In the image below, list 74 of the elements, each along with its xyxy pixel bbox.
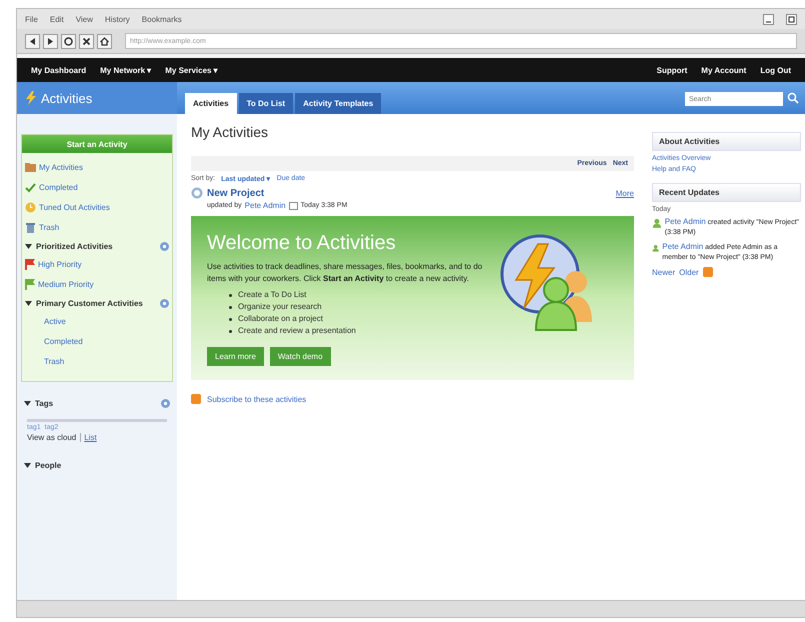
help-icon[interactable]	[160, 242, 169, 251]
page-title: My Activities	[191, 124, 270, 140]
check-icon	[25, 182, 36, 192]
view-as-label: View as cloud	[27, 433, 82, 442]
sidebar-link[interactable]: Medium Priority	[38, 280, 94, 288]
actor-link[interactable]: Pete Admin	[662, 242, 704, 251]
folder-icon	[25, 162, 36, 172]
person-icon	[652, 217, 662, 229]
expand-triangle-icon[interactable]	[24, 400, 31, 407]
help-icon[interactable]	[161, 399, 170, 408]
welcome-bullet: Create and review a presentation	[238, 325, 356, 337]
lightning-icon	[25, 91, 37, 105]
clock-icon	[25, 202, 36, 212]
activity-icon	[191, 187, 203, 199]
more-link[interactable]: More	[616, 188, 634, 198]
welcome-title: Welcome to Activities	[207, 232, 397, 255]
stop-icon[interactable]	[79, 34, 94, 48]
actor-link[interactable]: Pete Admin	[664, 217, 706, 226]
forward-icon[interactable]	[43, 34, 58, 48]
activity-title[interactable]: New Project	[207, 188, 264, 198]
menu-item[interactable]: View	[76, 14, 93, 24]
sidebar-link[interactable]: Tuned Out Activities	[39, 202, 110, 212]
start-activity-button[interactable]: Start an Activity	[22, 135, 172, 153]
expand-triangle-icon[interactable]	[24, 462, 31, 469]
menu-item[interactable]: Bookmarks	[142, 14, 182, 24]
menu-item[interactable]: File	[25, 14, 38, 24]
expand-triangle-icon[interactable]	[25, 243, 32, 250]
person-icon	[652, 242, 660, 254]
section-title: Primary Customer Activities	[36, 299, 144, 308]
section-title: People	[35, 461, 62, 470]
tab[interactable]: Activities	[185, 93, 237, 114]
about-header: About Activities	[652, 132, 801, 151]
welcome-bullet: Organize your research	[238, 301, 322, 313]
sidebar-link[interactable]: Trash	[39, 222, 60, 232]
pager-link[interactable]: Older	[679, 268, 699, 276]
nav-link[interactable]: My Dashboard	[31, 66, 86, 74]
welcome-button[interactable]: Watch demo	[270, 347, 331, 366]
menu-item[interactable]: History	[104, 14, 130, 24]
section-title: Prioritized Activities	[36, 242, 114, 251]
reload-icon[interactable]	[61, 34, 76, 48]
nav-link[interactable]: My Network ▾	[100, 66, 152, 74]
nav-link[interactable]: My Account	[701, 66, 746, 74]
pager-link[interactable]: Newer	[652, 268, 676, 276]
nav-link[interactable]: Support	[656, 66, 688, 74]
list-link[interactable]: List	[84, 433, 97, 442]
search-icon[interactable]	[787, 92, 799, 104]
author-link[interactable]: Pete Admin	[244, 201, 286, 210]
tab[interactable]: To Do List	[238, 93, 294, 114]
expand-triangle-icon[interactable]	[25, 300, 32, 307]
home-icon[interactable]	[97, 34, 112, 48]
section-title: Tags	[35, 399, 54, 408]
trash-icon	[25, 222, 36, 232]
app-title: Activities	[41, 90, 92, 106]
back-icon[interactable]	[25, 34, 40, 48]
recent-updates-header: Recent Updates	[652, 183, 801, 202]
help-icon[interactable]	[160, 299, 169, 308]
nav-link[interactable]: Log Out	[760, 66, 791, 74]
sidebar-link[interactable]: Active	[44, 316, 66, 326]
sidebar-link[interactable]: High Priority	[38, 260, 82, 268]
sidebar-link[interactable]: My Activities	[39, 162, 84, 172]
maximize-icon[interactable]	[786, 14, 797, 24]
vcard-icon[interactable]	[288, 202, 298, 210]
welcome-bullet: Create a To Do List	[238, 289, 306, 301]
sidebar-link[interactable]: Completed	[39, 182, 78, 192]
sidebar-link[interactable]: Completed	[44, 336, 83, 346]
welcome-button[interactable]: Learn more	[207, 347, 264, 366]
nav-link[interactable]: My Services ▾	[165, 66, 218, 74]
sidebar-link[interactable]: Trash	[44, 356, 64, 366]
welcome-text: Use activities to track deadlines, share messages, files, bookmarks, and to do items with your coworkers. Click Start an Activity to create a new activity.	[207, 261, 484, 285]
subscribe-link[interactable]: Subscribe to these activities	[207, 394, 306, 404]
menu-item[interactable]: Edit	[50, 14, 64, 24]
welcome-bullet: Collaborate on a project	[238, 313, 323, 325]
minimize-icon[interactable]	[763, 14, 774, 24]
tab[interactable]: Activity Templates	[295, 93, 382, 114]
